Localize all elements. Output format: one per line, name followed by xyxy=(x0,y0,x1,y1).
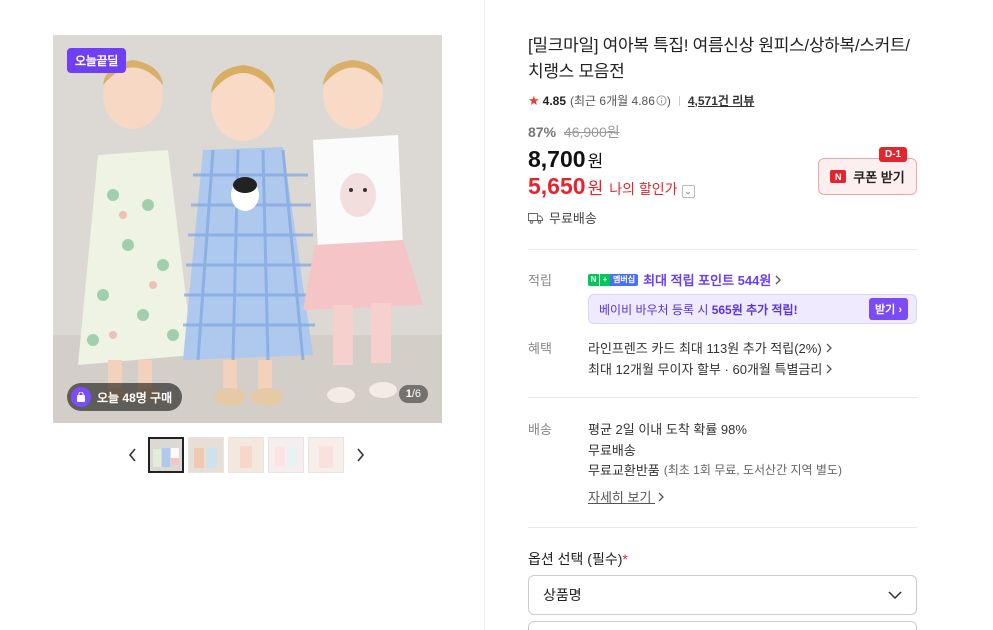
chevron-right-icon xyxy=(658,492,664,502)
chevron-right-icon xyxy=(826,343,832,352)
discount-percent: 87% xyxy=(528,124,557,140)
main-product-image[interactable]: 오늘끝딜 오늘 48명 구매 1/6 xyxy=(53,35,442,423)
rating-recent: (최근 6개월 4.86 xyxy=(570,94,655,108)
image-counter-total: /6 xyxy=(411,388,421,400)
image-counter: 1/6 xyxy=(398,385,428,403)
thumbnail-5[interactable] xyxy=(308,437,344,473)
reviews-link[interactable]: 4,571건 리뷰 xyxy=(688,92,754,109)
coupon-label: 쿠폰 받기 xyxy=(853,170,905,185)
my-price: 5,650 xyxy=(528,173,586,199)
max-points-text: 최대 적립 포인트 544원 xyxy=(643,273,772,288)
rating-separator xyxy=(678,95,680,106)
shipping-row: 무료배송 xyxy=(528,208,597,227)
card-benefit-text: 라인프렌즈 카드 최대 113원 추가 적립(2%) xyxy=(588,341,822,356)
divider xyxy=(528,397,917,398)
my-price-label: 나의 할인가 xyxy=(609,181,678,197)
npay-member: 멤버십 xyxy=(610,273,639,286)
my-price-unit: 원 xyxy=(587,179,604,198)
delivery-detail-label: 자세히 보기 xyxy=(588,490,652,505)
baby-voucher-banner[interactable]: 베이비 바우처 등록 시 565원 추가 적립! 받기 › xyxy=(588,294,917,324)
price-row: 8,700 원 xyxy=(528,146,603,173)
voucher-text: 베이비 바우처 등록 시 565원 추가 적립! xyxy=(599,301,798,318)
points-line[interactable]: N + 멤버십 최대 적립 포인트 544원 xyxy=(588,270,782,289)
chevron-down-icon: ⌄ xyxy=(681,185,695,198)
discount-row: 87% 46,900원 xyxy=(528,122,620,142)
chevron-right-icon xyxy=(775,275,782,284)
card-benefit-line[interactable]: 라인프렌즈 카드 최대 113원 추가 적립(2%) xyxy=(588,338,833,357)
product-title: [밀크마일] 여아복 특집! 여름신상 원피스/상하복/스커트/치랭스 모음전 xyxy=(528,36,910,81)
voucher-text-bold: 565원 추가 적립! xyxy=(711,302,798,317)
rating-score: 4.85 xyxy=(542,93,567,108)
product-gallery: 오늘끝딜 오늘 48명 구매 1/6 xyxy=(0,0,485,630)
truck-icon xyxy=(528,212,543,224)
select-value: 상품명 xyxy=(543,587,582,603)
today-deal-badge: 오늘끝딜 xyxy=(67,48,126,73)
delivery-detail-link[interactable]: 자세히 보기 xyxy=(588,487,665,506)
second-option-select[interactable] xyxy=(528,621,917,630)
voucher-text-pre: 베이비 바우처 등록 시 xyxy=(599,302,712,317)
free-return-note: (최초 1회 무료, 도서산간 지역 별도) xyxy=(663,463,842,477)
installment-line[interactable]: 최대 12개월 무이자 할부 · 60개월 특별금리 xyxy=(588,359,833,378)
naver-n-icon: N xyxy=(830,170,847,183)
free-return-text: 무료교환반품 xyxy=(588,463,660,478)
delivery-label: 배송 xyxy=(528,422,552,437)
points-label: 적립 xyxy=(528,273,552,288)
thumbnail-3[interactable] xyxy=(228,437,264,473)
chevron-right-icon xyxy=(356,448,364,462)
npay-plus: + xyxy=(599,273,610,286)
info-icon[interactable] xyxy=(656,95,667,106)
chevron-down-icon xyxy=(888,591,902,599)
original-price: 46,900원 xyxy=(563,124,620,140)
thumb-next-button[interactable] xyxy=(348,437,372,473)
rating-close: ) xyxy=(666,93,671,108)
product-photo xyxy=(53,35,442,423)
thumb-prev-button[interactable] xyxy=(120,437,144,473)
divider xyxy=(528,249,917,250)
delivery-line-2: 무료배송 xyxy=(588,443,636,458)
installment-text: 최대 12개월 무이자 할부 · 60개월 특별금리 xyxy=(588,362,823,377)
voucher-receive-label: 받기 xyxy=(875,304,896,316)
voucher-receive-button[interactable]: 받기 › xyxy=(869,298,908,320)
divider xyxy=(528,527,917,528)
product-option-select[interactable]: 상품명 xyxy=(528,575,917,615)
rating-row: ★ 4.85 (최근 6개월 4.86 ) 4,571건 리뷰 xyxy=(528,92,754,109)
benefits-label: 혜택 xyxy=(528,341,552,356)
npay-membership-icon: N + 멤버십 xyxy=(588,273,639,286)
delivery-line-1: 평균 2일 이내 도착 확률 98% xyxy=(588,422,747,437)
thumbnail-4[interactable] xyxy=(268,437,304,473)
option-select-label: 옵션 선택 (필수)* xyxy=(528,549,628,569)
star-icon: ★ xyxy=(528,92,540,108)
shopping-bag-icon xyxy=(71,387,91,407)
shipping-text: 무료배송 xyxy=(549,211,597,226)
delivery-line-3: 무료교환반품 (최초 1회 무료, 도서산간 지역 별도) xyxy=(588,460,842,479)
sale-price: 8,700 xyxy=(528,146,586,172)
npay-n: N xyxy=(588,273,599,286)
product-page: 오늘끝딜 오늘 48명 구매 1/6 [밀크마일] 여아복 특집! 여름신상 원… xyxy=(0,0,993,630)
buy-count-pill: 오늘 48명 구매 xyxy=(67,383,183,411)
thumbnail-2[interactable] xyxy=(188,437,224,473)
thumbnail-strip xyxy=(120,437,372,473)
coupon-dday-badge: D-1 xyxy=(879,147,908,162)
sale-price-unit: 원 xyxy=(587,152,604,171)
chevron-left-icon xyxy=(128,448,136,462)
option-label-text: 옵션 선택 (필수) xyxy=(528,551,623,567)
coupon-button[interactable]: D-1 N 쿠폰 받기 xyxy=(818,147,917,195)
buy-count-text: 오늘 48명 구매 xyxy=(97,390,173,405)
my-price-row[interactable]: 5,650 원 나의 할인가 ⌄ xyxy=(528,173,695,200)
chevron-right-icon xyxy=(826,364,833,373)
thumbnail-1[interactable] xyxy=(148,437,184,473)
required-mark: * xyxy=(622,551,628,567)
